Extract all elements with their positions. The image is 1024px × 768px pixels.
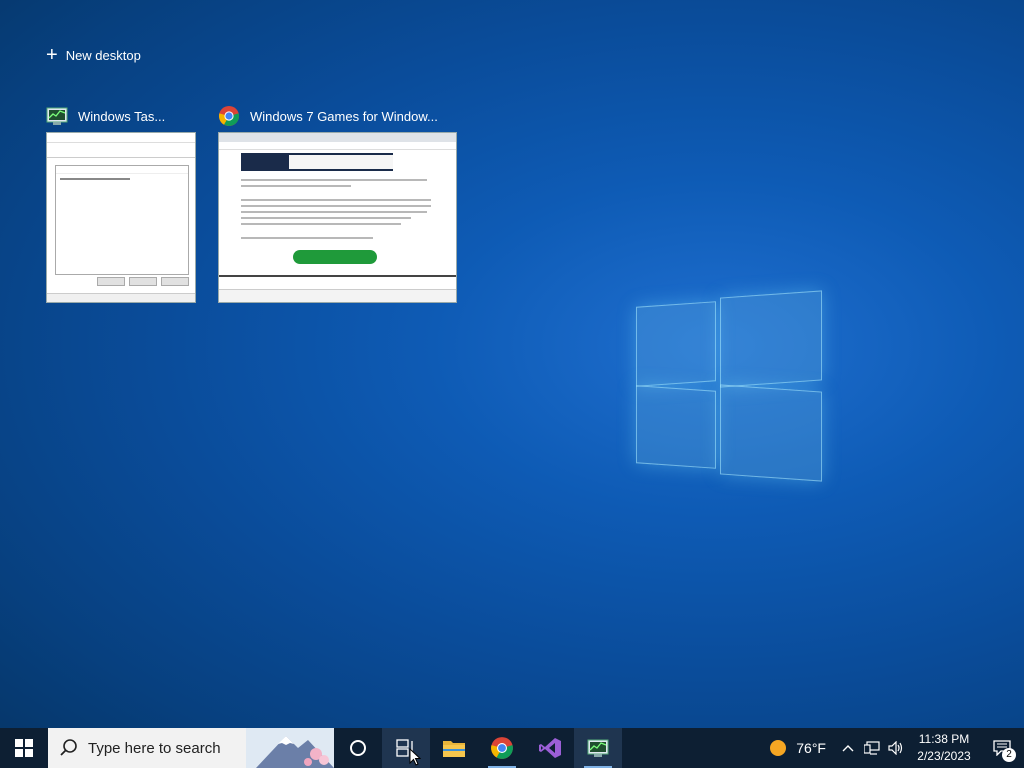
start-button[interactable] [0, 728, 48, 768]
task-view-button[interactable] [382, 728, 430, 768]
window-title: Windows 7 Games for Window... [250, 108, 438, 124]
chrome-taskbar-button[interactable] [478, 728, 526, 768]
speaker-icon [888, 741, 903, 755]
window-thumbnail[interactable] [46, 132, 196, 303]
network-button[interactable] [860, 728, 884, 768]
window-card-task-manager[interactable]: Windows Tas... [46, 104, 196, 303]
task-manager-icon [587, 739, 609, 757]
action-center-button[interactable]: 2 [980, 728, 1024, 768]
task-manager-icon [46, 107, 68, 125]
plus-icon: + [46, 44, 58, 66]
mouse-cursor-icon [409, 748, 421, 766]
new-desktop-button[interactable]: + New desktop [46, 44, 141, 66]
volume-button[interactable] [884, 728, 908, 768]
search-highlight-art-icon [246, 728, 334, 768]
weather-widget[interactable]: 76°F [760, 728, 836, 768]
weather-temp: 76°F [796, 740, 826, 756]
sun-icon [770, 740, 787, 756]
network-icon [864, 741, 880, 755]
window-title-bar: Windows 7 Games for Window... [218, 104, 438, 128]
windows-start-icon [15, 739, 33, 757]
show-hidden-icons-button[interactable] [836, 728, 860, 768]
system-tray: 76°F 11:38 PM 2/23/2023 2 [760, 728, 1024, 768]
search-placeholder: Type here to search [88, 739, 221, 757]
cortana-button[interactable] [334, 728, 382, 768]
wallpaper-windows-logo [636, 290, 826, 482]
chrome-icon [218, 106, 240, 127]
window-thumbnail[interactable] [218, 132, 457, 303]
window-title: Windows Tas... [78, 108, 166, 124]
clock[interactable]: 11:38 PM 2/23/2023 [908, 728, 980, 768]
clock-date: 2/23/2023 [917, 749, 971, 763]
search-icon [60, 739, 77, 756]
file-explorer-button[interactable] [430, 728, 478, 768]
file-explorer-icon [443, 741, 465, 757]
chevron-up-icon [842, 745, 854, 752]
new-desktop-label: New desktop [65, 47, 141, 63]
search-box[interactable]: Type here to search [48, 728, 334, 768]
cortana-icon [350, 740, 366, 756]
task-manager-taskbar-button[interactable] [574, 728, 622, 768]
visual-studio-button[interactable] [526, 728, 574, 768]
visual-studio-icon [539, 738, 561, 758]
download-button-preview [293, 250, 377, 264]
chrome-icon [491, 737, 513, 759]
window-card-chrome[interactable]: Windows 7 Games for Window... [218, 104, 457, 303]
taskbar: Type here to search 76°F 11:38 PM 2/23/2… [0, 728, 1024, 768]
clock-time: 11:38 PM [918, 732, 970, 746]
window-title-bar: Windows Tas... [46, 104, 165, 128]
notification-count-badge: 2 [1002, 748, 1016, 762]
